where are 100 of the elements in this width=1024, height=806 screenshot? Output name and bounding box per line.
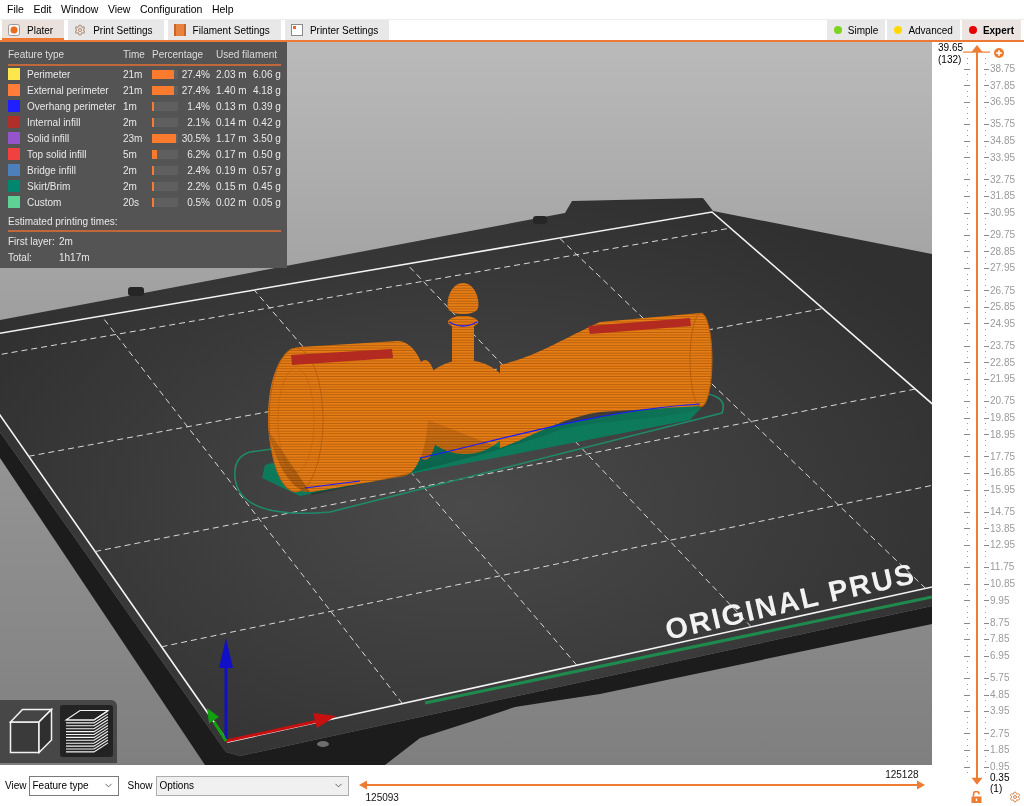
percentage-value: 6.2%: [187, 147, 210, 161]
plus-icon[interactable]: [994, 48, 1004, 58]
scale-label: 19.85: [990, 411, 1016, 423]
time-value: 2m: [123, 179, 137, 193]
percentage-value: 1.4%: [187, 99, 210, 113]
weight-value: 0.45 g: [253, 179, 281, 193]
show-options-dropdown[interactable]: Options: [155, 775, 349, 796]
menu-item[interactable]: Edit: [33, 3, 52, 16]
tab[interactable]: Plater: [2, 20, 65, 40]
time-label: First layer:: [8, 234, 55, 248]
scale-label: 13.85: [990, 522, 1016, 534]
scale-label: 9.95: [990, 594, 1010, 606]
move-position-value: 125093: [365, 792, 399, 803]
length-value: 0.02 m: [216, 195, 247, 209]
menu-item[interactable]: Configuration: [139, 3, 203, 16]
scale-label: 25.85: [990, 301, 1016, 313]
length-value: 0.13 m: [216, 99, 247, 113]
weight-value: 4.18 g: [253, 83, 281, 97]
scale-label: 24.95: [990, 317, 1016, 329]
time-value: 2m: [123, 163, 137, 177]
column-header: Feature type: [8, 49, 65, 60]
bed-peg: [533, 216, 547, 224]
move-position-value: 125128: [885, 769, 919, 780]
scale-label: 37.85: [990, 79, 1016, 91]
scale-label: 2.75: [990, 727, 1010, 739]
percentage-value: 30.5%: [181, 131, 210, 145]
scale-label: 7.85: [990, 633, 1010, 645]
scale-label: 3.95: [990, 705, 1010, 717]
time-value: 2m: [123, 115, 137, 129]
column-header: Percentage: [152, 49, 204, 60]
layer-number-value: (132): [938, 54, 962, 66]
scale-label: 18.95: [990, 428, 1016, 440]
scale-label: 34.85: [990, 135, 1016, 147]
scale-label: 17.75: [990, 450, 1016, 462]
weight-value: 0.39 g: [253, 99, 281, 113]
scale-label: 1.85: [990, 744, 1010, 756]
feature-label: Perimeter: [27, 67, 71, 81]
slider-thumb[interactable]: [916, 780, 925, 790]
scale-label: 21.95: [990, 373, 1016, 385]
length-value: 0.19 m: [216, 163, 247, 177]
weight-value: 3.50 g: [253, 131, 281, 145]
tab[interactable]: Printer Settings: [284, 20, 390, 40]
weight-value: 0.57 g: [253, 163, 281, 177]
scale-label: 28.85: [990, 245, 1016, 257]
slider-thumb[interactable]: [971, 777, 983, 785]
scale-label: 16.85: [990, 467, 1016, 479]
mode-button[interactable]: Simple: [826, 20, 886, 40]
scale-label: 31.85: [990, 190, 1016, 202]
time-value: 2m: [59, 234, 73, 248]
window-icon: [290, 24, 303, 36]
feature-label: Custom: [27, 195, 62, 209]
scale-label: 11.75: [990, 561, 1015, 573]
layer-number-value: (1): [990, 783, 1003, 795]
padlock-icon[interactable]: [971, 791, 982, 803]
slider-thumb[interactable]: [963, 45, 990, 53]
filled-square-icon: [173, 24, 186, 36]
scale-label: 33.95: [990, 151, 1016, 163]
menu-item[interactable]: Help: [211, 3, 234, 16]
time-value: 20s: [123, 195, 140, 209]
scale-label: 14.75: [990, 506, 1016, 518]
percentage-value: 2.2%: [187, 179, 210, 193]
feature-label: Top solid infill: [27, 147, 87, 161]
percentage-value: 27.4%: [181, 83, 210, 97]
cube-icon: [8, 708, 53, 754]
time-value: 5m: [123, 147, 137, 161]
scale-label: 5.75: [990, 672, 1010, 684]
layer-height-value: 0.35: [990, 772, 1010, 784]
percentage-value: 2.1%: [187, 115, 210, 129]
tab[interactable]: Filament Settings: [167, 20, 281, 40]
length-value: 1.40 m: [216, 83, 247, 97]
percentage-value: 0.5%: [187, 195, 210, 209]
time-value: 1h17m: [59, 250, 90, 264]
bed-peg: [128, 287, 144, 296]
scale-label: 0.95: [990, 760, 1010, 772]
weight-value: 0.50 g: [253, 147, 281, 161]
scale-label: 32.75: [990, 173, 1016, 185]
weight-value: 0.42 g: [253, 115, 281, 129]
scale-label: 35.75: [990, 118, 1016, 130]
scale-label: 22.85: [990, 356, 1016, 368]
settings-icon[interactable]: [1009, 791, 1021, 804]
menu-item[interactable]: File: [7, 3, 24, 16]
scale-label: 15.95: [990, 483, 1016, 495]
y-axis-arrow: [207, 708, 228, 742]
mode-button[interactable]: Expert: [961, 20, 1021, 40]
time-value: 23m: [123, 131, 143, 145]
view-type-dropdown[interactable]: Feature type: [28, 775, 119, 796]
scale-label: 26.75: [990, 284, 1016, 296]
length-value: 2.03 m: [216, 67, 247, 81]
slider-thumb[interactable]: [358, 780, 367, 790]
mode-button[interactable]: Advanced: [887, 20, 960, 40]
time-label: Total:: [8, 250, 32, 264]
menu-item[interactable]: View: [107, 3, 131, 16]
tab[interactable]: Print Settings: [68, 20, 164, 40]
scale-label: 27.95: [990, 262, 1016, 274]
feature-label: Overhang perimeter: [27, 99, 116, 113]
menu-item[interactable]: Window: [61, 3, 99, 16]
percentage-value: 27.4%: [181, 67, 210, 81]
layers-view-button[interactable]: [60, 705, 113, 757]
scale-label: 4.85: [990, 688, 1010, 700]
time-value: 21m: [123, 83, 143, 97]
